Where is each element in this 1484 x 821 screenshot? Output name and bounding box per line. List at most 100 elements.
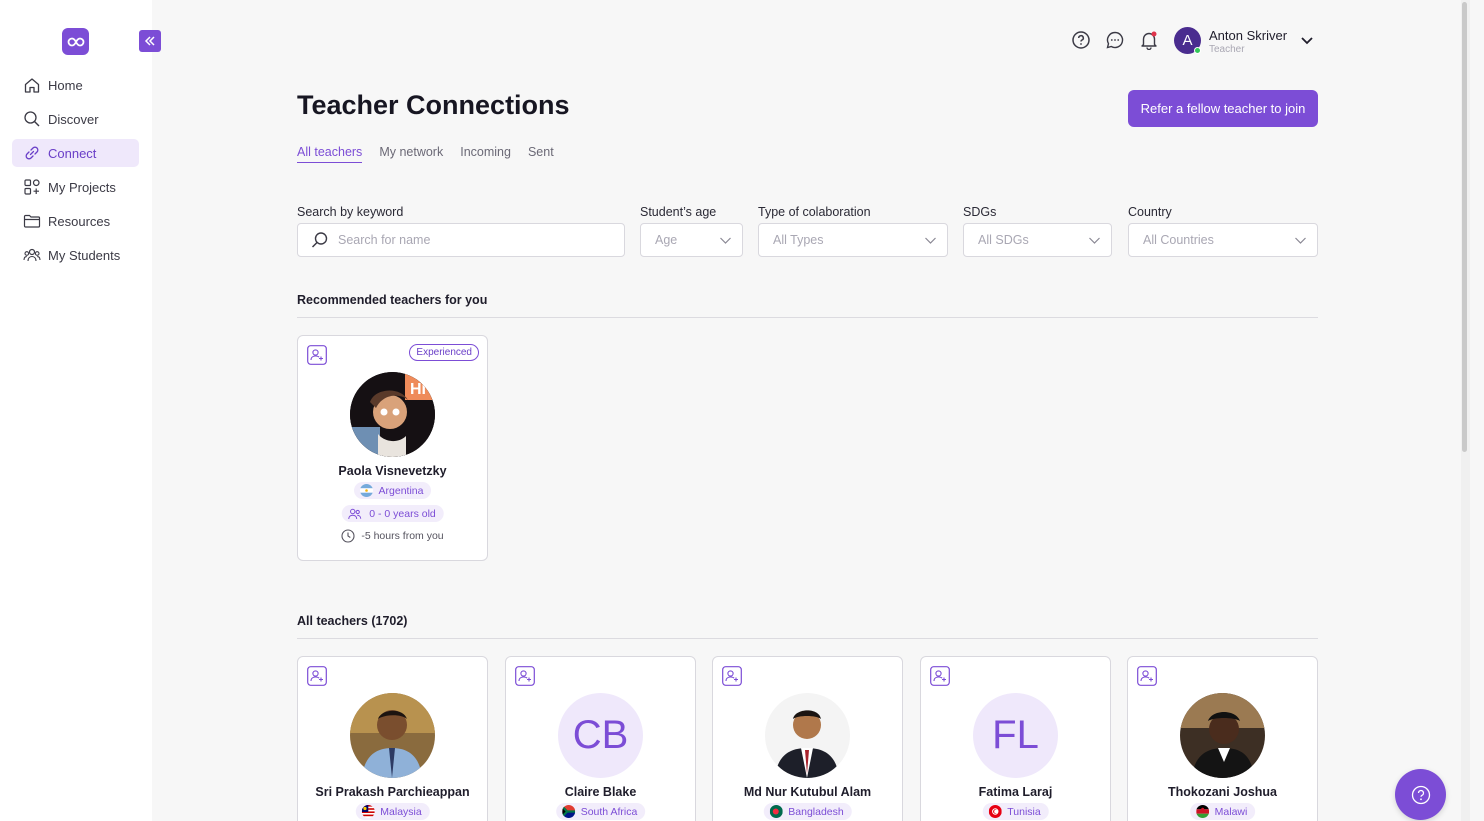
teacher-photo bbox=[765, 693, 850, 778]
age-range: 0 - 0 years old bbox=[369, 507, 436, 520]
teacher-photo: HI bbox=[350, 372, 435, 457]
country-select[interactable]: All Countries bbox=[1128, 223, 1318, 257]
country-name: Bangladesh bbox=[788, 805, 844, 818]
country-pill: Bangladesh bbox=[763, 803, 852, 820]
sidebar-item-label: Discover bbox=[48, 111, 99, 127]
link-icon bbox=[23, 144, 41, 162]
teacher-name: Fatima Laraj bbox=[978, 785, 1053, 799]
tab-bar: All teachers My network Incoming Sent bbox=[297, 145, 571, 163]
teacher-card[interactable]: Sri Prakash Parchieappan Malaysia bbox=[297, 656, 488, 821]
sidebar-item-label: Resources bbox=[48, 213, 111, 229]
search-icon bbox=[311, 232, 328, 248]
add-connection-icon[interactable] bbox=[722, 666, 742, 686]
avatar-initial: A bbox=[1182, 32, 1193, 49]
infinity-icon bbox=[67, 37, 84, 46]
section-divider bbox=[297, 638, 1318, 639]
sidebar: Home Discover Connect My Projects Resour… bbox=[0, 0, 152, 821]
argentina-flag-icon bbox=[359, 484, 373, 497]
country-pill: Argentina bbox=[353, 482, 432, 499]
collaboration-type-select[interactable]: All Types bbox=[758, 223, 948, 257]
notification-bell-icon[interactable] bbox=[1139, 30, 1159, 50]
home-icon bbox=[23, 76, 41, 94]
sidebar-item-home[interactable]: Home bbox=[12, 71, 139, 99]
sidebar-item-discover[interactable]: Discover bbox=[12, 105, 139, 133]
teacher-photo bbox=[1180, 693, 1265, 778]
age-select[interactable]: Age bbox=[640, 223, 743, 257]
teacher-name: Thokozani Joshua bbox=[1167, 785, 1278, 799]
teacher-card[interactable]: Thokozani Joshua Malawi bbox=[1127, 656, 1318, 821]
tab-all-teachers[interactable]: All teachers bbox=[297, 145, 363, 163]
timezone-diff: -5 hours from you bbox=[298, 529, 487, 543]
country-label: Country bbox=[1128, 205, 1172, 219]
sdgs-label: SDGs bbox=[963, 205, 997, 219]
add-connection-icon[interactable] bbox=[930, 666, 950, 686]
all-teachers-section-title: All teachers (1702) bbox=[297, 614, 408, 628]
search-icon bbox=[23, 110, 41, 128]
chevron-down-icon bbox=[720, 237, 731, 244]
projects-icon bbox=[23, 178, 41, 196]
tab-sent[interactable]: Sent bbox=[528, 145, 554, 163]
collab-select-value: All Types bbox=[773, 233, 824, 247]
country-name: Argentina bbox=[378, 484, 424, 497]
sidebar-item-my-projects[interactable]: My Projects bbox=[12, 173, 139, 201]
south-africa-flag-icon bbox=[561, 805, 575, 818]
tunisia-flag-icon bbox=[988, 805, 1002, 818]
scrollbar-thumb[interactable] bbox=[1462, 2, 1467, 452]
country-pill: Malawi bbox=[1189, 803, 1256, 820]
country-pill: Tunisia bbox=[982, 803, 1049, 820]
refer-teacher-button[interactable]: Refer a fellow teacher to join bbox=[1128, 90, 1318, 127]
add-connection-icon[interactable] bbox=[1137, 666, 1157, 686]
sidebar-item-resources[interactable]: Resources bbox=[12, 207, 139, 235]
add-connection-icon[interactable] bbox=[515, 666, 535, 686]
sidebar-item-label: My Projects bbox=[48, 179, 116, 195]
add-connection-icon[interactable] bbox=[307, 666, 327, 686]
double-chevron-left-icon bbox=[144, 36, 155, 46]
teacher-card[interactable]: Experienced HI Paola Visnevetzky Argenti… bbox=[297, 335, 488, 561]
online-status-dot bbox=[1194, 47, 1201, 54]
teacher-initials-avatar: CB bbox=[558, 693, 643, 778]
teacher-name: Sri Prakash Parchieappan bbox=[315, 785, 470, 799]
teacher-card[interactable]: Md Nur Kutubul Alam Bangladesh bbox=[712, 656, 903, 821]
help-icon[interactable] bbox=[1071, 30, 1091, 50]
timezone-text: -5 hours from you bbox=[361, 530, 444, 542]
students-icon bbox=[23, 246, 41, 264]
chat-icon[interactable] bbox=[1105, 30, 1125, 50]
teacher-photo bbox=[350, 693, 435, 778]
section-divider bbox=[297, 317, 1318, 318]
search-placeholder: Search for name bbox=[338, 233, 431, 247]
country-name: South Africa bbox=[580, 805, 638, 818]
teacher-name: Paola Visnevetzky bbox=[338, 464, 447, 478]
teacher-card[interactable]: FL Fatima Laraj Tunisia bbox=[920, 656, 1111, 821]
app-logo[interactable] bbox=[62, 28, 89, 55]
svg-text:HI: HI bbox=[410, 381, 426, 398]
recommended-section-title: Recommended teachers for you bbox=[297, 293, 488, 307]
keyword-label: Search by keyword bbox=[297, 205, 404, 219]
sidebar-item-connect[interactable]: Connect bbox=[12, 139, 139, 167]
tab-incoming[interactable]: Incoming bbox=[460, 145, 511, 163]
country-select-value: All Countries bbox=[1143, 233, 1214, 247]
chevron-down-icon bbox=[925, 237, 936, 244]
chevron-down-icon[interactable] bbox=[1299, 32, 1315, 48]
clock-icon bbox=[341, 529, 355, 543]
page-title: Teacher Connections bbox=[297, 90, 570, 120]
user-role: Teacher bbox=[1209, 44, 1245, 55]
search-input[interactable]: Search for name bbox=[297, 223, 625, 257]
help-chat-button[interactable] bbox=[1395, 769, 1446, 820]
sidebar-item-label: My Students bbox=[48, 247, 121, 263]
chevron-down-icon bbox=[1089, 237, 1100, 244]
add-connection-icon[interactable] bbox=[307, 345, 327, 365]
teacher-card[interactable]: CB Claire Blake South Africa bbox=[505, 656, 696, 821]
sdgs-select[interactable]: All SDGs bbox=[963, 223, 1112, 257]
age-label: Student’s age bbox=[640, 205, 717, 219]
sidebar-item-my-students[interactable]: My Students bbox=[12, 241, 139, 269]
chevron-down-icon bbox=[1295, 237, 1306, 244]
country-name: Malawi bbox=[1214, 805, 1248, 818]
tab-my-network[interactable]: My network bbox=[379, 145, 443, 163]
collapse-sidebar-button[interactable] bbox=[139, 30, 161, 52]
bangladesh-flag-icon bbox=[769, 805, 783, 818]
students-icon bbox=[347, 508, 361, 519]
sidebar-nav: Home Discover Connect My Projects Resour… bbox=[12, 71, 139, 275]
age-select-value: Age bbox=[655, 233, 678, 247]
sidebar-item-label: Home bbox=[48, 77, 83, 93]
malaysia-flag-icon bbox=[361, 805, 375, 818]
